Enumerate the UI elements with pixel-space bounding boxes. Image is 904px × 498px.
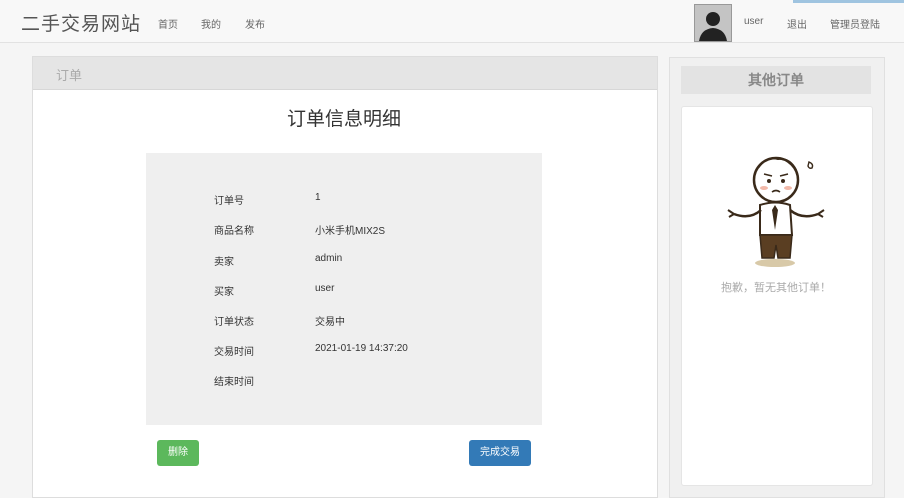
seller-value: admin	[315, 253, 343, 264]
nav-publish[interactable]: 发布	[245, 16, 265, 31]
seller-label: 卖家	[214, 257, 234, 268]
user-silhouette-icon	[695, 5, 731, 41]
nav-username[interactable]: user	[744, 16, 763, 27]
order-info-box	[146, 153, 542, 425]
order-panel-heading: 订单	[33, 57, 657, 90]
sorry-man-illustration-icon	[727, 156, 825, 267]
order-detail-title: 订单信息明细	[286, 109, 401, 130]
order-panel-title: 订单	[56, 68, 83, 83]
trade-time-label: 交易时间	[214, 347, 254, 358]
user-avatar[interactable]	[694, 4, 732, 42]
nav-home[interactable]: 首页	[158, 16, 178, 31]
delete-button[interactable]: 删除	[157, 440, 199, 466]
trade-time-value: 2021-01-19 14:37:20	[315, 343, 408, 354]
buyer-label: 买家	[214, 287, 234, 298]
nav-mine[interactable]: 我的	[201, 16, 221, 31]
other-orders-title: 其他订单	[681, 66, 871, 94]
product-name-label: 商品名称	[214, 226, 254, 237]
buyer-value: user	[315, 283, 335, 294]
order-status-label: 订单状态	[214, 317, 254, 328]
complete-trade-button[interactable]: 完成交易	[469, 440, 531, 466]
order-id-value: 1	[315, 192, 321, 203]
nav-logout[interactable]: 退出	[787, 16, 807, 31]
nav-admin-login[interactable]: 管理员登陆	[830, 16, 880, 31]
product-name-value: 小米手机MIX2S	[315, 226, 386, 237]
no-other-orders-text: 抱歉，暂无其他订单！	[721, 282, 831, 294]
top-accent-bar	[793, 0, 904, 3]
order-id-label: 订单号	[214, 196, 244, 207]
end-time-label: 结束时间	[214, 377, 254, 388]
site-brand[interactable]: 二手交易网站	[21, 9, 141, 36]
order-status-value: 交易中	[315, 317, 345, 328]
